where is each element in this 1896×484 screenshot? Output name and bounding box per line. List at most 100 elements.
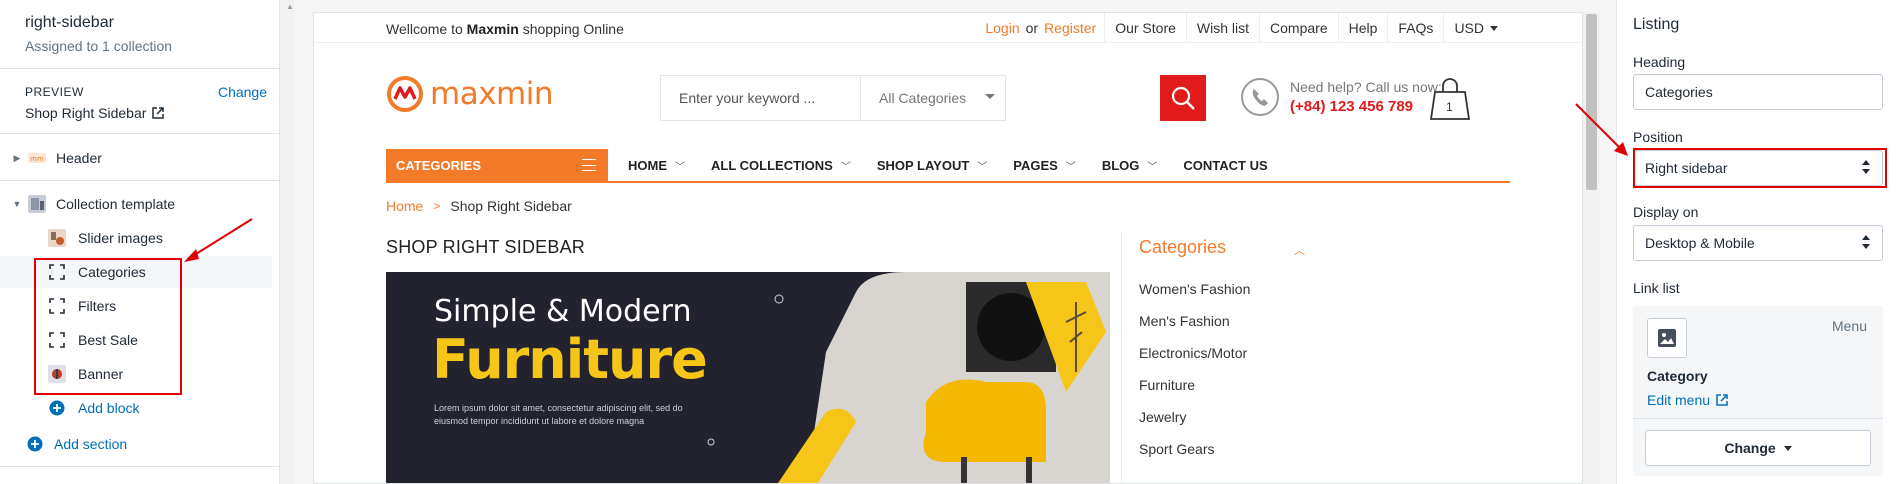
- cart-button[interactable]: 1: [1429, 76, 1471, 122]
- nav-contact-us[interactable]: CONTACT US: [1183, 149, 1293, 181]
- faqs-link[interactable]: FAQs: [1387, 13, 1443, 43]
- caret-down-icon: [985, 94, 995, 99]
- nav-label: ALL COLLECTIONS: [711, 157, 833, 173]
- header-section-icon: mm: [28, 149, 46, 167]
- help-phone[interactable]: (+84) 123 456 789: [1290, 98, 1442, 115]
- annotation-arrow: [184, 218, 253, 262]
- categories-menu-button[interactable]: CATEGORIES: [386, 149, 608, 181]
- display-on-value: Desktop & Mobile: [1645, 235, 1755, 251]
- plus-circle-icon: [48, 399, 66, 417]
- caret-down-icon[interactable]: ▼: [10, 199, 24, 209]
- our-store-link[interactable]: Our Store: [1104, 13, 1186, 43]
- help-line: Need help? Call us now:: [1290, 79, 1442, 95]
- preview-value-label: Shop Right Sidebar: [25, 105, 147, 121]
- nav-pages[interactable]: PAGES ﹀: [1013, 149, 1102, 181]
- sidebar-category-link[interactable]: Jewelry: [1139, 409, 1250, 441]
- chevron-down-icon: ﹀: [1065, 161, 1076, 173]
- link-list-card: Menu Category Edit menu Change: [1633, 306, 1883, 476]
- wishlist-link[interactable]: Wish list: [1185, 13, 1259, 43]
- edit-menu-link[interactable]: Edit menu: [1647, 392, 1728, 408]
- heading-input[interactable]: Categories: [1633, 74, 1883, 110]
- change-menu-button[interactable]: Change: [1645, 430, 1871, 466]
- template-subtitle: Assigned to 1 collection: [25, 38, 173, 54]
- search-category-select[interactable]: All Categories: [860, 76, 1005, 120]
- settings-title: Listing: [1633, 16, 1680, 33]
- sidebar-category-link[interactable]: Electronics/Motor: [1139, 345, 1250, 377]
- sidebar-category-link[interactable]: Men's Fashion: [1139, 313, 1250, 345]
- chevron-up-icon[interactable]: ︿: [1294, 242, 1305, 258]
- preview-value[interactable]: Shop Right Sidebar: [25, 105, 165, 121]
- hamburger-icon: [582, 159, 596, 171]
- divider: [0, 68, 280, 69]
- nav-label: PAGES: [1013, 157, 1058, 173]
- currency-label: USD: [1454, 20, 1484, 36]
- theme-editor: right-sidebar Assigned to 1 collection P…: [0, 0, 1896, 484]
- store-logo[interactable]: maxmin: [386, 75, 554, 113]
- add-block-button[interactable]: Add block: [0, 392, 272, 424]
- divider: [0, 180, 280, 181]
- breadcrumb-current: Shop Right Sidebar: [450, 198, 572, 214]
- position-label: Position: [1633, 129, 1683, 145]
- add-block-label: Add block: [78, 400, 140, 416]
- nav-all-collections[interactable]: ALL COLLECTIONS ﹀: [711, 149, 877, 181]
- collection-template-label: Collection template: [56, 196, 176, 212]
- chevron-right-icon: >: [433, 199, 441, 213]
- help-link[interactable]: Help: [1337, 13, 1388, 43]
- compare-link[interactable]: Compare: [1259, 13, 1338, 43]
- add-section-button[interactable]: Add section: [0, 428, 272, 460]
- external-link-icon: [152, 107, 165, 119]
- sidebar-category-link[interactable]: Women's Fashion: [1139, 281, 1250, 313]
- breadcrumb-home[interactable]: Home: [386, 198, 423, 214]
- or-text: or: [1025, 20, 1039, 36]
- scroll-up-icon[interactable]: ▲: [286, 2, 294, 11]
- caret-right-icon[interactable]: ▶: [10, 153, 24, 164]
- categories-menu-label: CATEGORIES: [396, 157, 481, 173]
- welcome-brand: Maxmin: [466, 21, 519, 37]
- add-section-label: Add section: [54, 436, 128, 452]
- sidebar-category-link[interactable]: Furniture: [1139, 377, 1250, 409]
- nav-items: HOME ﹀ ALL COLLECTIONS ﹀ SHOP LAYOUT ﹀ PAGE…: [608, 149, 1294, 181]
- nav-home[interactable]: HOME ﹀: [628, 149, 711, 181]
- nav-blog[interactable]: BLOG ﹀: [1102, 149, 1184, 181]
- breadcrumb: Home > Shop Right Sidebar: [386, 198, 572, 214]
- login-link[interactable]: Login: [985, 20, 1019, 36]
- currency-select[interactable]: USD: [1443, 13, 1508, 43]
- search-category-label: All Categories: [879, 90, 967, 106]
- divider: [0, 133, 280, 134]
- change-preview-link[interactable]: Change: [218, 84, 267, 100]
- search-button[interactable]: [1160, 75, 1206, 121]
- nav-label: SHOP LAYOUT: [876, 157, 970, 173]
- heading-label: Heading: [1633, 54, 1686, 70]
- register-link[interactable]: Register: [1044, 20, 1096, 36]
- help-contact: Need help? Call us now: (+84) 123 456 78…: [1240, 77, 1442, 117]
- sidebar-categories-list: Women's Fashion Men's Fashion Electronic…: [1139, 281, 1250, 473]
- search-input[interactable]: [661, 76, 860, 120]
- section-header[interactable]: ▶ mm Header: [0, 142, 272, 174]
- nav-label: CONTACT US: [1183, 157, 1268, 173]
- sidebar-category-link[interactable]: Sport Gears: [1139, 441, 1250, 473]
- collection-thumbnail-icon: [28, 195, 46, 213]
- plus-circle-icon: [26, 435, 44, 453]
- banner-subtitle: Simple & Modern: [434, 294, 692, 329]
- storefront-preview: Wellcome to Maxmin shopping Online Login…: [313, 12, 1583, 484]
- panel-scrollbar[interactable]: [280, 0, 294, 484]
- collection-banner[interactable]: Simple & Modern Furniture Lorem ipsum do…: [386, 272, 1110, 483]
- select-arrows-icon: [1862, 235, 1870, 251]
- shopping-bag-icon: [1429, 78, 1471, 120]
- search-icon: [1171, 86, 1195, 110]
- auth-links: Login or Register: [985, 13, 1104, 43]
- divider: [0, 466, 280, 467]
- template-title: right-sidebar: [25, 14, 114, 31]
- annotation-highlight-box: [1633, 148, 1887, 188]
- chevron-down-icon: ﹀: [675, 161, 685, 173]
- sidebar-divider: [1121, 232, 1122, 483]
- section-header-label: Header: [56, 150, 102, 166]
- display-on-select[interactable]: Desktop & Mobile: [1633, 225, 1883, 261]
- banner-body: Lorem ipsum dolor sit amet, consectetur …: [434, 403, 683, 426]
- help-text: Need help? Call us now: (+84) 123 456 78…: [1290, 79, 1442, 115]
- preview-label: PREVIEW: [25, 85, 84, 99]
- nav-shop-layout[interactable]: SHOP LAYOUT ﹀: [877, 149, 1013, 181]
- annotation-highlight-box: [34, 258, 182, 395]
- annotation-arrow: [1575, 103, 1628, 156]
- chevron-down-icon: ﹀: [977, 161, 988, 173]
